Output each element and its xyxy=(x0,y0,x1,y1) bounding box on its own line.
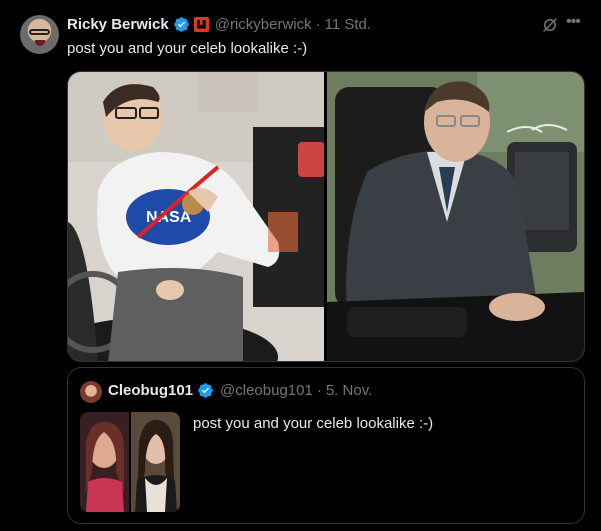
author-handle[interactable]: @rickyberwick xyxy=(215,16,312,33)
verified-badge-icon xyxy=(198,383,213,398)
avatar[interactable] xyxy=(20,15,59,54)
tweet[interactable]: Ricky Berwick @rickyberwick · 11 Std. ••… xyxy=(0,0,601,531)
tweet-text: post you and your celeb lookalike :-) xyxy=(67,40,308,57)
quote-photo-right xyxy=(131,412,180,512)
affiliate-badge-icon[interactable] xyxy=(193,16,209,32)
quote-author-name[interactable]: Cleobug101 xyxy=(108,382,193,399)
quote-author-handle[interactable]: @cleobug101 xyxy=(220,382,313,399)
quote-timestamp[interactable]: 5. Nov. xyxy=(326,382,372,399)
header-separator: · xyxy=(315,15,321,33)
verified-badge-icon xyxy=(173,16,189,32)
media-photo-right[interactable] xyxy=(327,72,584,361)
quote-header: Cleobug101 @cleobug101 · 5. Nov. xyxy=(108,382,372,399)
more-icon[interactable]: ••• xyxy=(566,14,584,33)
quote-text: post you and your celeb lookalike :-) xyxy=(193,415,434,432)
tweet-media[interactable]: NASA xyxy=(67,71,585,362)
media-photo-left[interactable]: NASA xyxy=(68,72,324,361)
tweet-timestamp[interactable]: 11 Std. xyxy=(325,16,371,33)
quote-avatar[interactable] xyxy=(80,381,102,403)
grok-icon[interactable] xyxy=(541,16,559,34)
quoted-tweet[interactable]: Cleobug101 @cleobug101 · 5. Nov. post yo… xyxy=(67,367,585,524)
quote-media-thumbnail[interactable] xyxy=(80,412,180,512)
author-name[interactable]: Ricky Berwick xyxy=(67,16,169,33)
quote-photo-left xyxy=(80,412,129,512)
quote-header-separator: · xyxy=(316,382,322,399)
tweet-header: Ricky Berwick @rickyberwick · 11 Std. xyxy=(67,14,371,34)
